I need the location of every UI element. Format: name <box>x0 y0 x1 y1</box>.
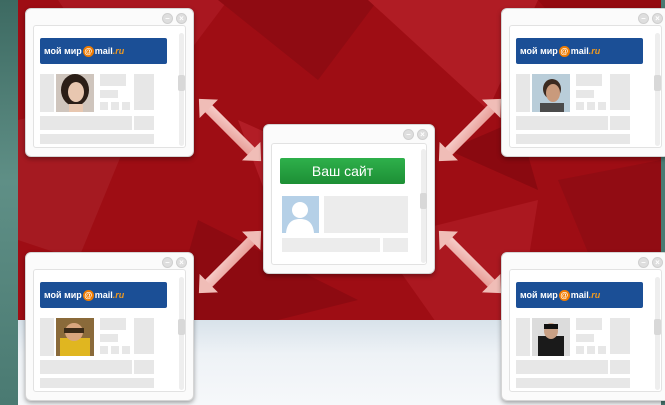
logo-text: мой мир <box>520 46 558 56</box>
arrow-icon <box>438 230 502 294</box>
at-icon: @ <box>82 46 94 58</box>
avatar <box>56 318 94 356</box>
arrow-icon <box>198 230 262 294</box>
logo-ru: .ru <box>112 290 125 300</box>
minimize-icon[interactable]: – <box>638 13 649 24</box>
arrow-icon <box>198 98 262 162</box>
logo-ru: .ru <box>588 46 601 56</box>
minimize-icon[interactable]: – <box>403 129 414 140</box>
avatar <box>56 74 94 112</box>
logo-text: мой мир <box>44 290 82 300</box>
logo-mail: mail <box>570 290 589 300</box>
site-title: Ваш сайт <box>280 158 405 184</box>
logo-text: мой мир <box>44 46 82 56</box>
logo-mail: mail <box>570 46 589 56</box>
scrollbar[interactable] <box>654 277 661 390</box>
minimize-icon[interactable]: – <box>638 257 649 268</box>
arrow-icon <box>438 98 502 162</box>
window-body: мой мир @ mail.ru <box>33 269 186 392</box>
scrollbar[interactable] <box>178 33 185 146</box>
mymir-logo: мой мир @ mail.ru <box>516 38 643 64</box>
logo-text: мой мир <box>520 290 558 300</box>
window-controls: – × <box>162 13 187 24</box>
minimize-icon[interactable]: – <box>162 257 173 268</box>
user-placeholder-icon <box>282 196 319 233</box>
at-icon: @ <box>558 290 570 302</box>
window-body: мой мир @ mail.ru <box>33 25 186 148</box>
window-top-left: – × мой мир @ mail.ru <box>25 8 194 157</box>
window-bottom-left: – × мой мир @ mail.ru <box>25 252 194 401</box>
logo-mail: mail <box>94 290 113 300</box>
window-center: – × Ваш сайт <box>263 124 435 274</box>
close-icon[interactable]: × <box>652 13 663 24</box>
mymir-logo: мой мир @ mail.ru <box>40 38 167 64</box>
at-icon: @ <box>558 46 570 58</box>
window-controls: – × <box>403 129 428 140</box>
scrollbar[interactable] <box>654 33 661 146</box>
close-icon[interactable]: × <box>176 13 187 24</box>
window-bottom-right: – × мой мир @ mail.ru <box>501 252 665 401</box>
avatar <box>532 74 570 112</box>
window-body: мой мир @ mail.ru <box>509 25 662 148</box>
window-controls: – × <box>638 257 663 268</box>
mymir-logo: мой мир @ mail.ru <box>516 282 643 308</box>
scrollbar[interactable] <box>420 149 427 263</box>
avatar <box>532 318 570 356</box>
logo-mail: mail <box>94 46 113 56</box>
scrollbar[interactable] <box>178 277 185 390</box>
logo-ru: .ru <box>112 46 125 56</box>
close-icon[interactable]: × <box>417 129 428 140</box>
window-controls: – × <box>162 257 187 268</box>
logo-ru: .ru <box>588 290 601 300</box>
illustration: – × мой мир @ mail.ru – × мой мир @ mail… <box>0 0 665 405</box>
window-body: мой мир @ mail.ru <box>509 269 662 392</box>
minimize-icon[interactable]: – <box>162 13 173 24</box>
at-icon: @ <box>82 290 94 302</box>
window-body: Ваш сайт <box>271 143 427 265</box>
close-icon[interactable]: × <box>652 257 663 268</box>
window-top-right: – × мой мир @ mail.ru <box>501 8 665 157</box>
close-icon[interactable]: × <box>176 257 187 268</box>
mymir-logo: мой мир @ mail.ru <box>40 282 167 308</box>
window-controls: – × <box>638 13 663 24</box>
